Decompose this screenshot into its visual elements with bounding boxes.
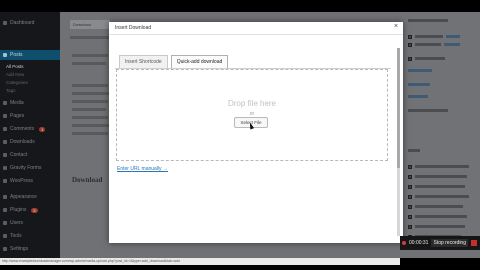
text-line (72, 108, 106, 111)
meta-row (408, 194, 469, 199)
cart-icon (3, 179, 7, 183)
browser-status-bar: http://www.exampledownloadmanager.com/wp… (0, 258, 400, 265)
drop-file-text: Drop file here (227, 99, 277, 108)
meta-row (408, 184, 465, 189)
insert-download-modal: Insert Download × Insert Shortcode Quick… (109, 22, 403, 243)
text-line (72, 116, 108, 119)
modal-scrollbar[interactable] (397, 48, 400, 236)
meta-row (408, 18, 448, 23)
sidebar-sub-add-new[interactable]: Add New (0, 70, 60, 78)
text-line (72, 62, 106, 65)
page-icon (3, 114, 7, 118)
plugins-count-badge: 5 (31, 207, 38, 213)
wp-admin-page: Dashboard Posts All Posts Add New Catego… (0, 12, 480, 258)
sidebar-sub-all-posts[interactable]: All Posts (0, 62, 60, 70)
close-icon[interactable]: × (391, 22, 401, 32)
sidebar-item-posts[interactable]: Posts (0, 50, 60, 60)
meta-row (408, 214, 467, 219)
text-line (72, 124, 110, 127)
screen: Dashboard Posts All Posts Add New Catego… (0, 0, 480, 270)
plugin-icon (3, 208, 7, 212)
meta-row (408, 148, 420, 153)
meta-row (408, 108, 448, 113)
sidebar-item-users[interactable]: Users (0, 218, 60, 228)
form-icon (3, 166, 7, 170)
screen-recorder-bar: 00:00:31 Stop recording (400, 236, 480, 250)
enter-url-manually-link[interactable]: Enter URL manually → (117, 166, 168, 172)
gear-icon (3, 247, 7, 251)
text-line (72, 132, 108, 135)
meta-row (408, 164, 469, 169)
meta-row (408, 34, 460, 39)
meta-row (408, 94, 428, 99)
sidebar-item-media[interactable]: Media (0, 98, 60, 108)
meta-row (408, 82, 430, 87)
text-line (72, 100, 108, 103)
sidebar-item-gravity-forms[interactable]: Gravity Forms (0, 163, 60, 173)
sidebar-item-pages[interactable]: Pages (0, 111, 60, 121)
sidebar-sub-categories[interactable]: Categories (0, 78, 60, 86)
toolbar-placeholder (70, 36, 110, 39)
meta-row (408, 68, 432, 73)
meta-row (408, 224, 465, 229)
sidebar-item-settings[interactable]: Settings (0, 244, 60, 254)
sidebar-item-appearance[interactable]: Appearance (0, 192, 60, 202)
editor-heading: Download (72, 176, 103, 184)
sidebar-item-dashboard[interactable]: Dashboard (0, 18, 60, 28)
comment-icon (3, 127, 7, 131)
wrench-icon (3, 234, 7, 238)
mail-icon (3, 153, 7, 157)
media-icon (3, 101, 7, 105)
stop-square-icon[interactable] (471, 240, 477, 246)
stop-recording-button[interactable]: Stop recording (431, 239, 468, 247)
text-line (72, 92, 110, 95)
meta-row (408, 56, 445, 61)
recording-dot-icon (402, 241, 406, 245)
sidebar-sub-tags[interactable]: Tags (0, 86, 60, 94)
meta-row (408, 204, 463, 209)
right-meta-panel (400, 12, 480, 258)
file-drop-zone[interactable]: Drop file here or Select File (116, 69, 388, 161)
text-line (72, 84, 108, 87)
sidebar-item-comments[interactable]: Comments 1 (0, 124, 60, 134)
comments-count-badge: 1 (39, 126, 46, 132)
modal-title: Insert Download (115, 25, 152, 31)
dashboard-icon (3, 21, 7, 25)
modal-tabs: Insert Shortcode Quick-add download (119, 55, 229, 68)
sidebar-item-woopress[interactable]: WooPress (0, 176, 60, 186)
tab-insert-shortcode[interactable]: Insert Shortcode (119, 55, 168, 68)
recording-timer: 00:00:31 (409, 240, 429, 246)
tab-quick-add-download[interactable]: Quick-add download (170, 55, 229, 68)
sidebar-item-plugins[interactable]: Plugins 5 (0, 205, 60, 215)
meta-row (408, 174, 467, 179)
brush-icon (3, 195, 7, 199)
text-line (72, 54, 108, 57)
sidebar-item-tools[interactable]: Tools (0, 231, 60, 241)
editor-tab[interactable]: Download (70, 20, 110, 29)
pin-icon (3, 53, 7, 57)
modal-divider (109, 34, 403, 35)
user-icon (3, 221, 7, 225)
meta-row (408, 42, 460, 47)
scrollbar-thumb[interactable] (397, 48, 400, 168)
sidebar-item-contact[interactable]: Contact (0, 150, 60, 160)
download-icon (3, 140, 7, 144)
sidebar-item-downloads[interactable]: Downloads (0, 137, 60, 147)
admin-sidebar: Dashboard Posts All Posts Add New Catego… (0, 12, 60, 258)
